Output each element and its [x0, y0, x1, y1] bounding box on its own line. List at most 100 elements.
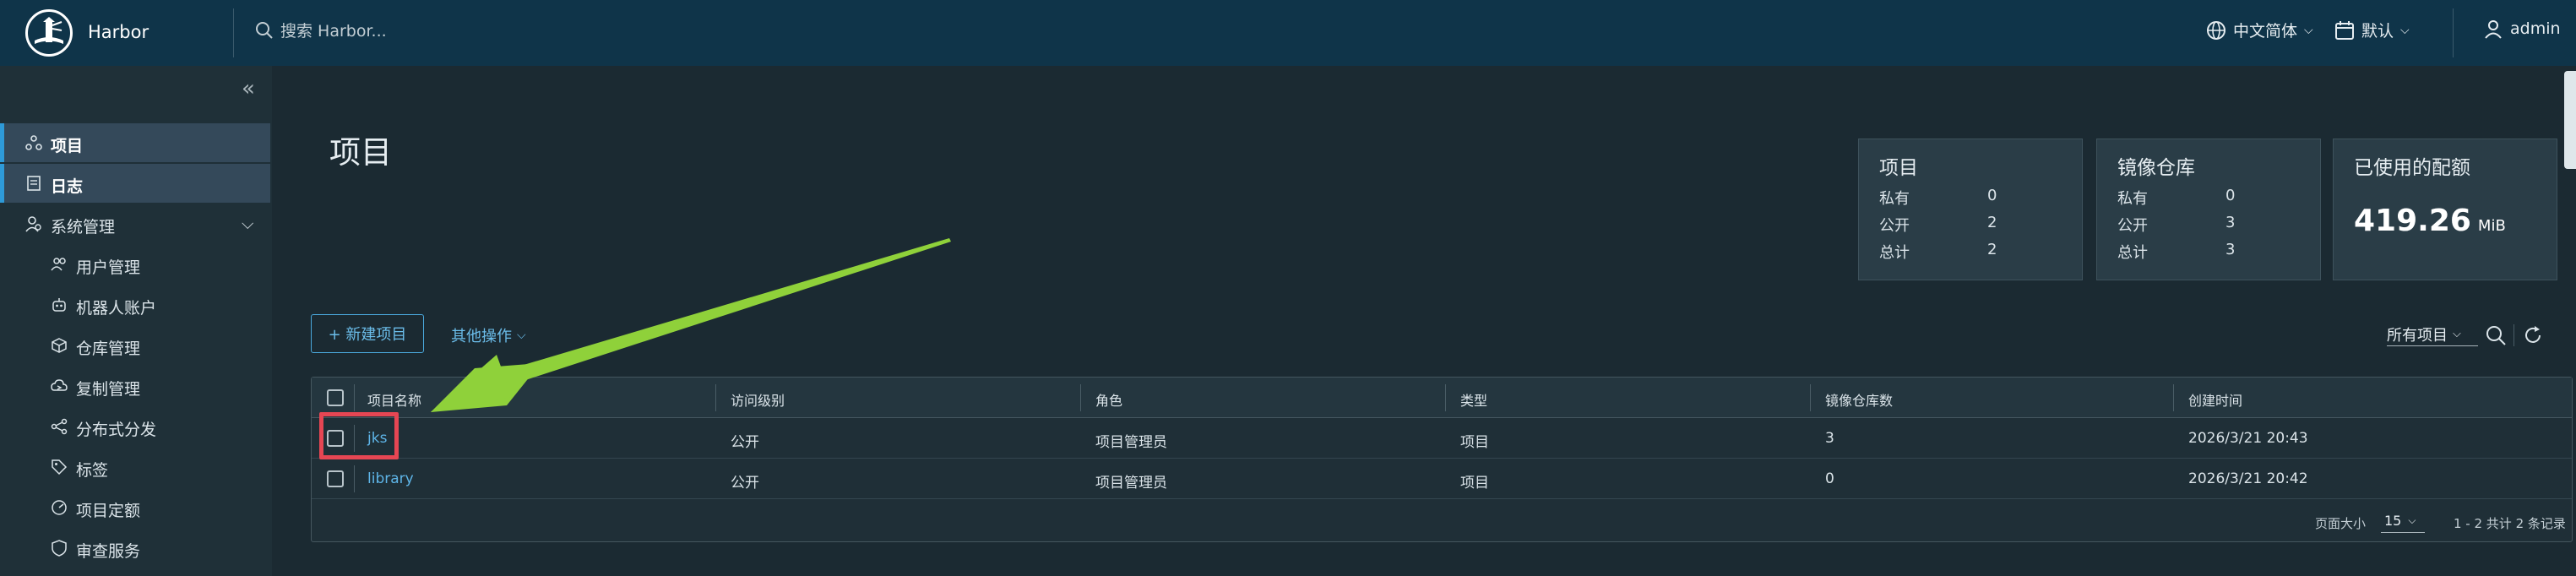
refresh-icon[interactable]	[2522, 324, 2544, 346]
language-selector[interactable]: 中文简体 ⌵	[2206, 19, 2313, 41]
column-divider	[354, 384, 355, 411]
new-project-label: + 新建项目	[328, 326, 407, 344]
side-panel-tab[interactable]	[2564, 71, 2576, 169]
sidebar-item-label: 日志	[51, 177, 84, 196]
globe-icon	[2207, 20, 2225, 40]
projects-icon	[25, 135, 42, 150]
sidebar-item-label: 标签	[76, 461, 109, 480]
card-title: 镜像仓库	[2117, 157, 2195, 179]
chevron-down-icon[interactable]: ⌵	[242, 215, 253, 233]
total-count: 2	[1987, 241, 1997, 258]
table-row[interactable]: jks 公开 项目管理员 项目 3 2026/3/21 20:43	[312, 418, 2572, 459]
column-divider	[1810, 384, 1811, 411]
card-title: 项目	[1879, 157, 1918, 179]
sidebar-item-registries[interactable]: 仓库管理	[0, 326, 270, 365]
project-filter-select[interactable]: 所有项目 ⌵	[2387, 323, 2478, 346]
public-label: 公开	[1879, 217, 1910, 235]
user-menu[interactable]: admin	[2483, 19, 2561, 39]
creation-time: 2026/3/21 20:42	[2188, 470, 2308, 487]
global-search[interactable]: 搜索 Harbor...	[255, 19, 387, 41]
sidebar-item-robots[interactable]: 机器人账户	[0, 285, 270, 324]
shield-icon	[52, 540, 67, 557]
type: 项目	[1460, 434, 1489, 451]
sidebar-item-logs[interactable]: 日志	[0, 164, 270, 203]
sidebar: « 项目 日志 系统管理 ⌵ 用户管理 机器人账户 仓库管理 复制管理 分布式分…	[0, 66, 272, 576]
search-icon[interactable]	[2485, 324, 2507, 346]
column-divider	[1445, 384, 1446, 411]
quota-used: 419.26 MiB	[2354, 204, 2506, 238]
page-size-label: 页面大小	[2315, 516, 2367, 531]
quota-value: 419.26	[2354, 204, 2471, 238]
sidebar-item-interrogation[interactable]: 审查服务	[0, 529, 270, 568]
column-header-type[interactable]: 类型	[1460, 389, 1487, 410]
project-name-link[interactable]: library	[367, 470, 414, 487]
column-divider	[354, 465, 355, 492]
total-label: 总计	[2117, 244, 2148, 262]
sidebar-item-label: 仓库管理	[76, 340, 141, 358]
private-label: 私有	[1879, 190, 1910, 208]
logs-icon	[27, 176, 41, 191]
table-header: 项目名称 访问级别 角色 类型 镜像仓库数 创建时间	[312, 378, 2572, 418]
private-label: 私有	[2117, 190, 2148, 208]
chevron-down-icon: ⌵	[2453, 328, 2461, 340]
sidebar-item-admin[interactable]: 系统管理 ⌵	[0, 204, 270, 243]
column-header-repo-count[interactable]: 镜像仓库数	[1825, 389, 1893, 410]
sidebar-item-label: 项目定额	[76, 502, 141, 520]
top-header: Harbor 搜索 Harbor... 中文简体 ⌵ 默认 ⌵ admin	[0, 0, 2576, 66]
quota-icon	[52, 500, 67, 515]
page-size-select[interactable]: 15 ⌵	[2381, 509, 2425, 533]
sidebar-item-distribution[interactable]: 分布式分发	[0, 407, 270, 446]
column-header-created[interactable]: 创建时间	[2188, 389, 2242, 410]
access-level: 公开	[731, 434, 759, 451]
column-divider	[715, 384, 716, 411]
page-size-value: 15	[2384, 513, 2402, 529]
card-title: 已使用的配额	[2354, 157, 2470, 179]
projects-table: 项目名称 访问级别 角色 类型 镜像仓库数 创建时间 jks 公开 项目管理员 …	[311, 377, 2573, 542]
admin-icon	[25, 216, 41, 232]
repo-count: 3	[1825, 430, 1834, 447]
highlight-box	[319, 412, 399, 459]
sidebar-item-projects[interactable]: 项目	[0, 123, 270, 162]
chevron-down-icon: ⌵	[517, 329, 526, 342]
sidebar-item-label: 复制管理	[76, 380, 141, 399]
date-format-selector[interactable]: 默认 ⌵	[2334, 19, 2410, 41]
table-row[interactable]: library 公开 项目管理员 项目 0 2026/3/21 20:42	[312, 459, 2572, 499]
column-header-access[interactable]: 访问级别	[731, 389, 785, 410]
collapse-sidebar-icon[interactable]: «	[242, 78, 255, 100]
distribution-icon	[51, 418, 68, 435]
tag-icon	[52, 459, 68, 475]
sidebar-item-label: 分布式分发	[76, 421, 157, 439]
role: 项目管理员	[1095, 475, 1167, 492]
username: admin	[2510, 19, 2561, 38]
search-icon	[256, 21, 273, 39]
more-actions-label: 其他操作	[451, 328, 512, 345]
sidebar-item-label: 用户管理	[76, 258, 141, 277]
sidebar-item-users[interactable]: 用户管理	[0, 245, 270, 284]
quota-summary-card: 已使用的配额 419.26 MiB	[2333, 139, 2557, 280]
row-checkbox[interactable]	[327, 470, 344, 487]
sidebar-item-quotas[interactable]: 项目定额	[0, 488, 270, 527]
sidebar-item-labels[interactable]: 标签	[0, 448, 270, 486]
access-level: 公开	[731, 475, 759, 492]
role: 项目管理员	[1095, 434, 1167, 451]
more-actions-button[interactable]: 其他操作 ⌵	[451, 324, 526, 346]
projects-summary-card: 项目 私有 0 公开 2 总计 2	[1858, 139, 2083, 280]
date-format-label: 默认	[2361, 22, 2394, 41]
harbor-logo-icon[interactable]	[25, 9, 73, 57]
filter-label: 所有项目	[2387, 326, 2448, 345]
select-all-checkbox[interactable]	[327, 389, 344, 406]
private-count: 0	[2225, 187, 2236, 204]
chevron-down-icon: ⌵	[2408, 514, 2416, 526]
column-divider	[2173, 384, 2174, 411]
column-divider	[1080, 384, 1081, 411]
column-header-name[interactable]: 项目名称	[367, 389, 421, 410]
brand-name[interactable]: Harbor	[88, 22, 149, 42]
calendar-icon	[2335, 20, 2354, 40]
column-header-role[interactable]: 角色	[1095, 389, 1122, 410]
sidebar-item-replications[interactable]: 复制管理	[0, 367, 270, 405]
language-label: 中文简体	[2233, 22, 2298, 41]
repositories-summary-card: 镜像仓库 私有 0 公开 3 总计 3	[2096, 139, 2321, 280]
replication-icon	[51, 379, 68, 391]
search-input[interactable]: 搜索 Harbor...	[280, 19, 387, 41]
new-project-button[interactable]: + 新建项目	[311, 314, 424, 353]
